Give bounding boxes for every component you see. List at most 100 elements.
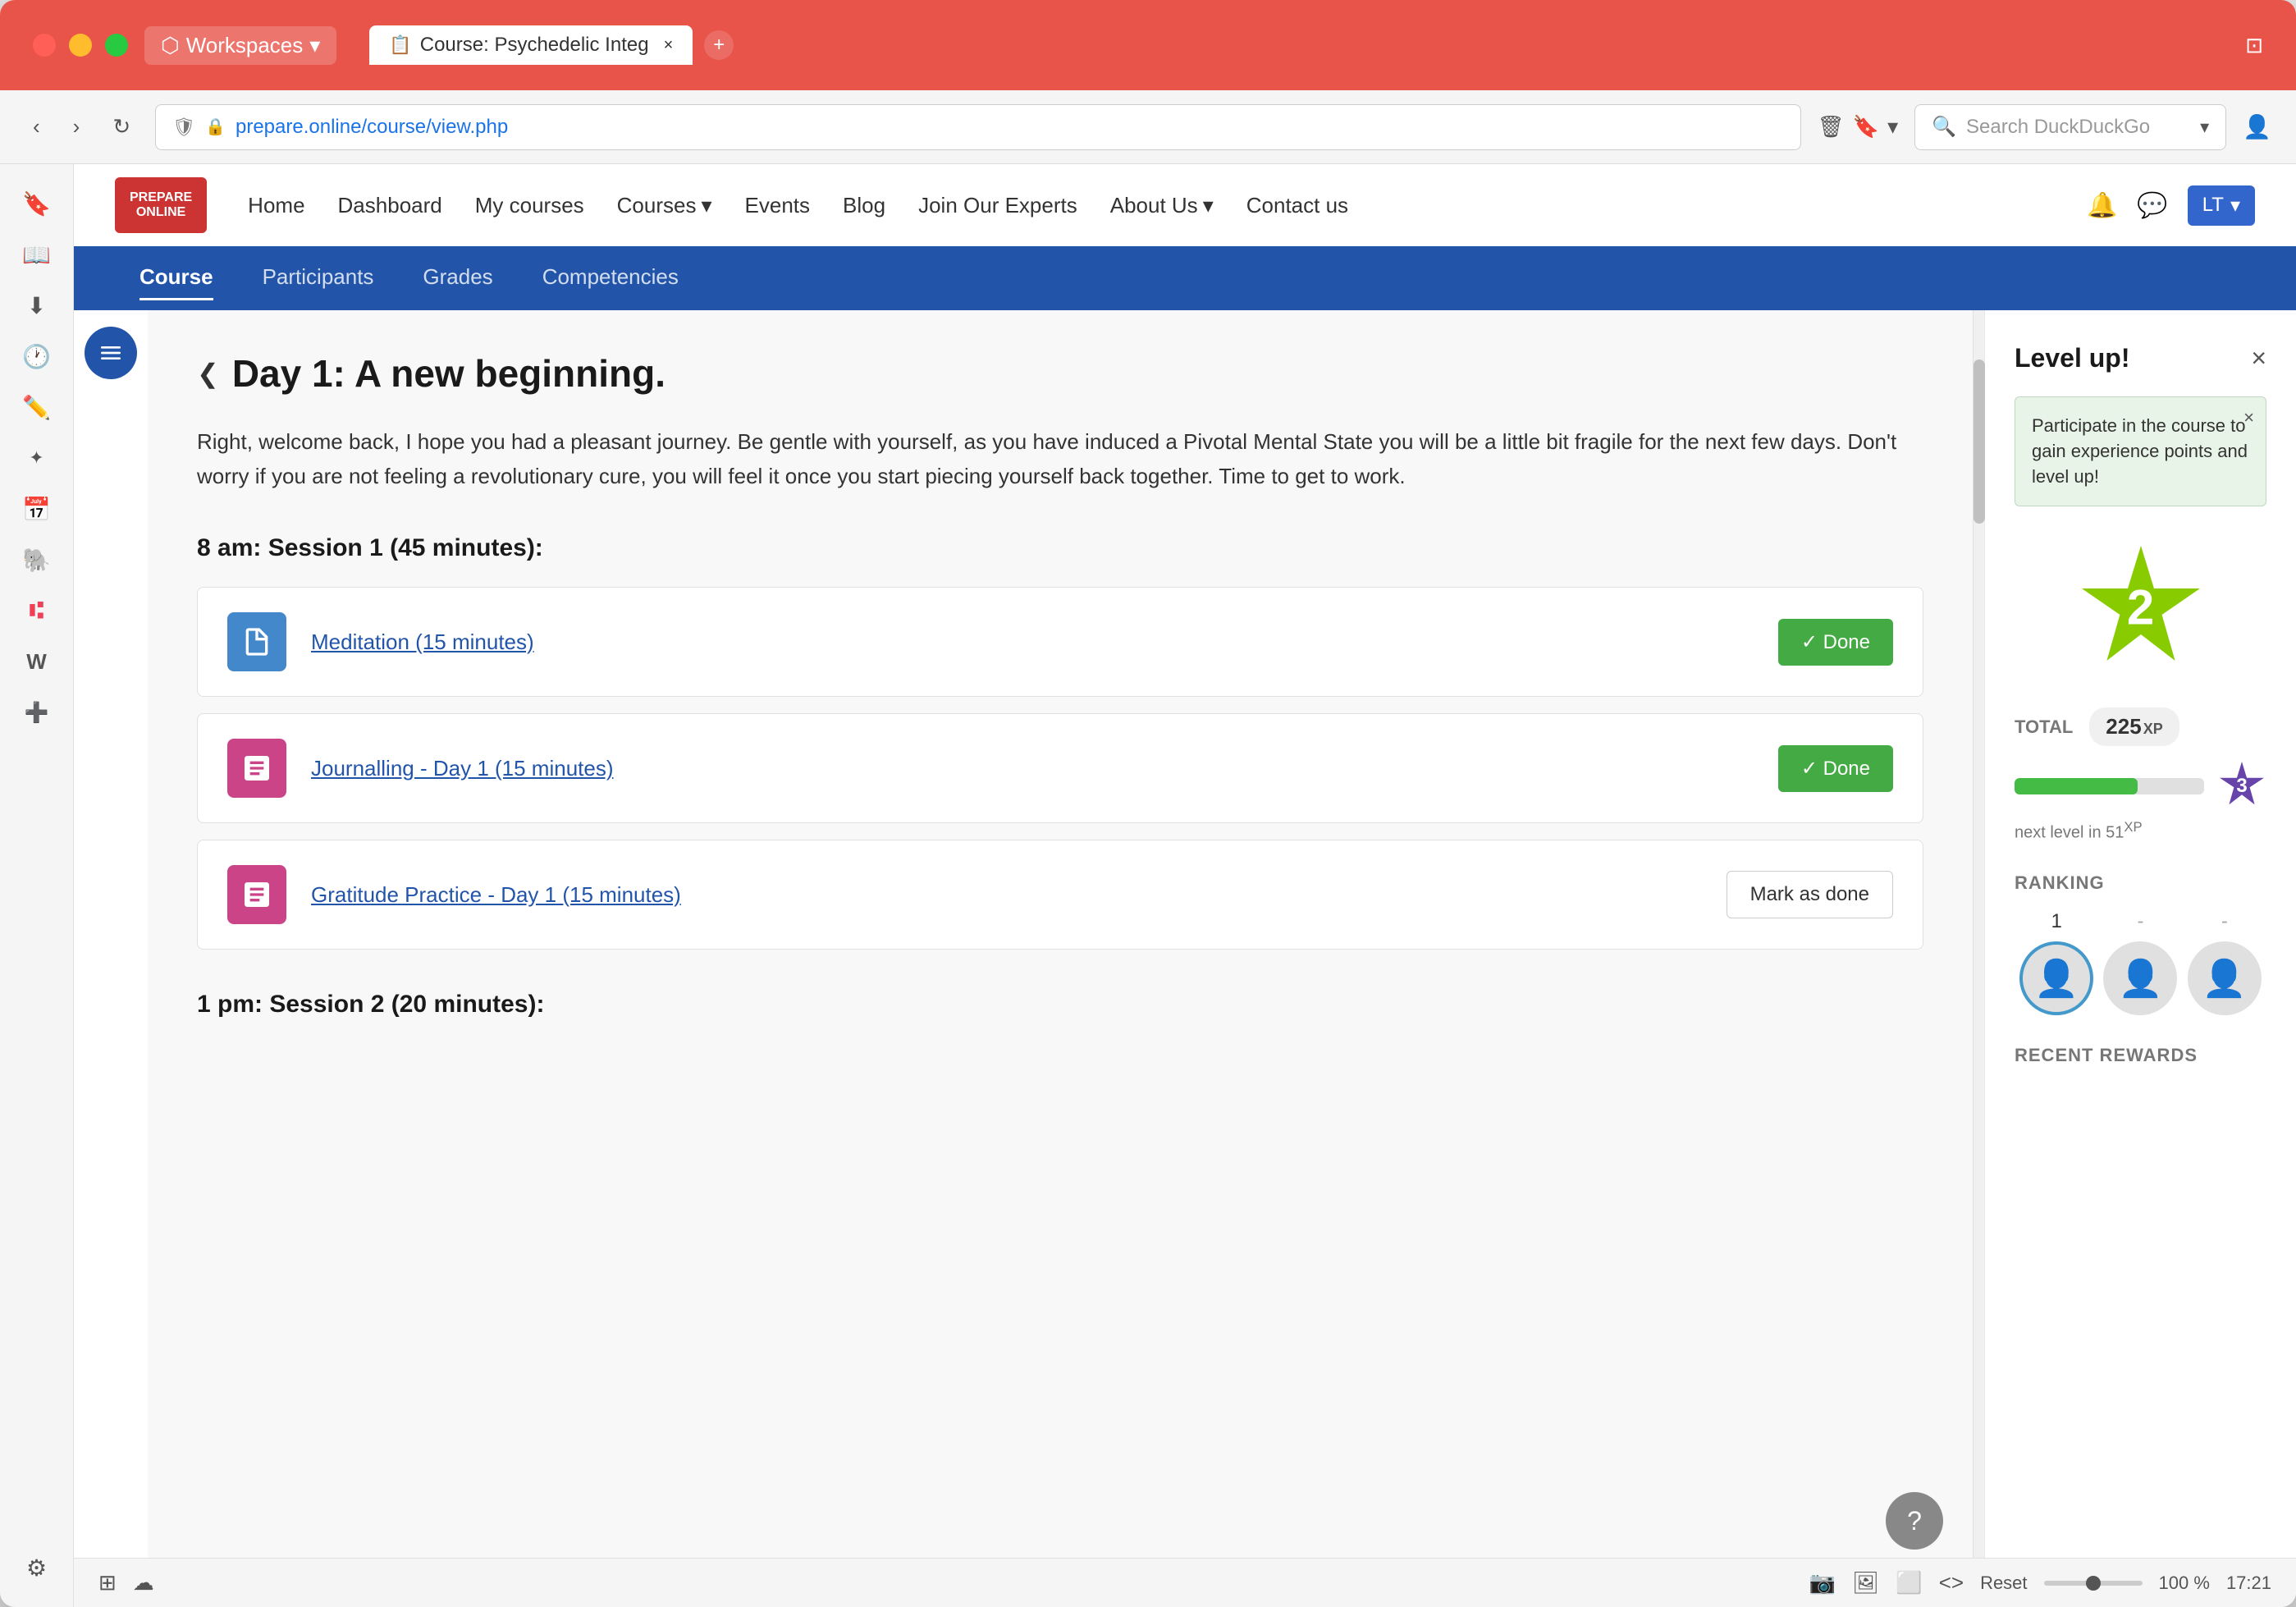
sidebar-item-history[interactable]: 🕐	[14, 333, 60, 379]
zoom-thumb[interactable]	[2086, 1576, 2101, 1591]
search-dropdown-icon[interactable]: ▾	[2200, 117, 2209, 138]
sidebar-item-download[interactable]: ⬇	[14, 282, 60, 328]
meditation-title[interactable]: Meditation (15 minutes)	[311, 630, 1754, 655]
cloud-icon[interactable]: ☁	[133, 1570, 154, 1596]
site-header: PREPARE ONLINE Home Dashboard My courses…	[74, 164, 2296, 246]
nav-courses[interactable]: Courses ▾	[617, 193, 712, 218]
next-level-xp: XP	[2124, 819, 2142, 835]
gratitude-mark-done-button[interactable]: Mark as done	[1727, 871, 1893, 918]
journalling-icon	[227, 739, 286, 798]
sidebar-item-wikipedia[interactable]: W	[14, 639, 60, 684]
search-bar[interactable]: 🔍 Search DuckDuckGo ▾	[1914, 104, 2226, 150]
logo-line1: PREPARE	[130, 190, 192, 205]
user-menu-button[interactable]: LT ▾	[2188, 185, 2255, 226]
course-tab-course[interactable]: Course	[139, 256, 213, 300]
avatar-rank-1: 👤	[2019, 941, 2093, 1015]
progress-bar	[2015, 778, 2204, 794]
avatar-rank-2: 👤	[2103, 941, 2177, 1015]
activity-card-journalling: Journalling - Day 1 (15 minutes) ✓ Done	[197, 713, 1923, 823]
tab-close-icon[interactable]: ×	[664, 36, 674, 55]
course-tab-competencies[interactable]: Competencies	[542, 256, 679, 300]
user-initials: LT	[2202, 194, 2224, 217]
tooltip-close-icon[interactable]: ×	[2243, 405, 2254, 431]
sidebar-item-edit[interactable]: ✏️	[14, 384, 60, 430]
zoom-value: 100 %	[2159, 1573, 2210, 1594]
level-star: 2	[2075, 539, 2207, 675]
window-icon[interactable]: ⬜	[1896, 1570, 1922, 1596]
nav-home[interactable]: Home	[248, 193, 304, 218]
help-bubble-button[interactable]: ?	[1886, 1492, 1943, 1550]
new-tab-button[interactable]: +	[704, 30, 734, 60]
minimize-button[interactable]	[69, 34, 92, 57]
day-description: Right, welcome back, I hope you had a pl…	[197, 425, 1923, 493]
site-header-icons: 🔔 💬 LT ▾	[2087, 185, 2255, 226]
sidebar-item-bookmark[interactable]: 🔖	[14, 181, 60, 227]
maximize-button[interactable]	[105, 34, 128, 57]
nav-extra-icons: 🗑 🔖 ▾	[1818, 114, 1898, 140]
courses-chevron-icon: ▾	[701, 193, 711, 218]
sidebar-toggle-icon[interactable]: ⊞	[98, 1570, 117, 1596]
nav-about-us[interactable]: About Us ▾	[1110, 193, 1214, 218]
image-icon[interactable]: 🖼	[1852, 1570, 1879, 1596]
sidebar-item-reader[interactable]: 📖	[14, 231, 60, 277]
browser-sidebar: 🔖 📖 ⬇ 🕐 ✏️ ✦ 📅 🐘 ⑆ W ➕ ⚙	[0, 164, 74, 1607]
progress-row: 3	[2015, 759, 2266, 813]
nav-blog[interactable]: Blog	[843, 193, 885, 218]
back-button[interactable]: ‹	[25, 109, 48, 144]
day-chevron-icon[interactable]: ❮	[197, 358, 219, 389]
sidebar-item-settings[interactable]: ⚙	[14, 1545, 60, 1591]
lock-icon: 🛡	[172, 117, 195, 138]
bookmark-nav-icon[interactable]: 🗑	[1818, 114, 1845, 140]
address-path: /course/view.php	[361, 116, 508, 138]
site-logo[interactable]: PREPARE ONLINE	[115, 177, 207, 232]
progress-bar-fill	[2015, 778, 2138, 794]
forward-button[interactable]: ›	[65, 109, 89, 144]
address-text: prepare.online/course/view.php	[236, 116, 508, 139]
journalling-title[interactable]: Journalling - Day 1 (15 minutes)	[311, 756, 1754, 781]
reset-label[interactable]: Reset	[1980, 1573, 2027, 1594]
avatar-1-icon: 👤	[2034, 957, 2079, 1000]
sidebar-item-spark[interactable]: ✦	[14, 435, 60, 481]
level-panel-close-button[interactable]: ×	[2251, 343, 2266, 373]
zoom-slider[interactable]	[2044, 1581, 2143, 1586]
reader-mode-icon[interactable]: 🔖	[1853, 114, 1879, 140]
sidebar-item-mastodon[interactable]: 🐘	[14, 537, 60, 583]
status-bar: ⊞ ☁ 📷 🖼 ⬜ <> Reset 100 % 17:21	[74, 1558, 2296, 1607]
address-shield-icon: 🔒	[205, 117, 226, 137]
content-sidebar-toggle[interactable]	[85, 327, 137, 379]
address-bar[interactable]: 🛡 🔒 prepare.online/course/view.php	[155, 104, 1801, 150]
main-layout: ❮ Day 1: A new beginning. Right, welcome…	[74, 310, 2296, 1558]
notification-icon[interactable]: 🔔	[2087, 191, 2117, 220]
course-tab-participants[interactable]: Participants	[263, 256, 374, 300]
title-bar: ⬡ Workspaces ▾ 📋 Course: Psychedelic Int…	[0, 0, 2296, 90]
meditation-done-button[interactable]: ✓ Done	[1778, 619, 1893, 666]
meditation-icon	[227, 612, 286, 671]
next-level-text: next level in 51XP	[2015, 819, 2266, 843]
screenshot-icon[interactable]: 📷	[1809, 1570, 1836, 1596]
workspace-button[interactable]: ⬡ Workspaces ▾	[144, 26, 336, 65]
nav-join-experts[interactable]: Join Our Experts	[918, 193, 1077, 218]
total-label: TOTAL	[2015, 717, 2073, 738]
code-icon[interactable]: <>	[1939, 1570, 1964, 1596]
nav-user-icon[interactable]: 👤	[2243, 113, 2271, 140]
scroll-thumb[interactable]	[1974, 359, 1985, 524]
sidebar-item-add[interactable]: ➕	[14, 689, 60, 735]
reload-button[interactable]: ↻	[104, 109, 139, 144]
site-navigation: Home Dashboard My courses Courses ▾ Even…	[248, 193, 2087, 218]
sidebar-item-calendar[interactable]: 📅	[14, 486, 60, 532]
nav-dashboard[interactable]: Dashboard	[338, 193, 442, 218]
nav-my-courses[interactable]: My courses	[475, 193, 584, 218]
window-control-icon[interactable]: ⊡	[2245, 33, 2263, 58]
course-tab-grades[interactable]: Grades	[423, 256, 492, 300]
nav-contact-us[interactable]: Contact us	[1246, 193, 1348, 218]
gratitude-title[interactable]: Gratitude Practice - Day 1 (15 minutes)	[311, 882, 1702, 908]
close-button[interactable]	[33, 34, 56, 57]
journalling-done-button[interactable]: ✓ Done	[1778, 745, 1893, 792]
course-nav: Course Participants Grades Competencies	[74, 246, 2296, 310]
logo-line2: ONLINE	[136, 205, 185, 220]
message-icon[interactable]: 💬	[2137, 191, 2167, 220]
active-tab[interactable]: 📋 Course: Psychedelic Integ ×	[369, 25, 693, 65]
sidebar-item-pocket[interactable]: ⑆	[14, 588, 60, 634]
nav-dropdown-icon[interactable]: ▾	[1887, 114, 1898, 140]
nav-events[interactable]: Events	[745, 193, 811, 218]
